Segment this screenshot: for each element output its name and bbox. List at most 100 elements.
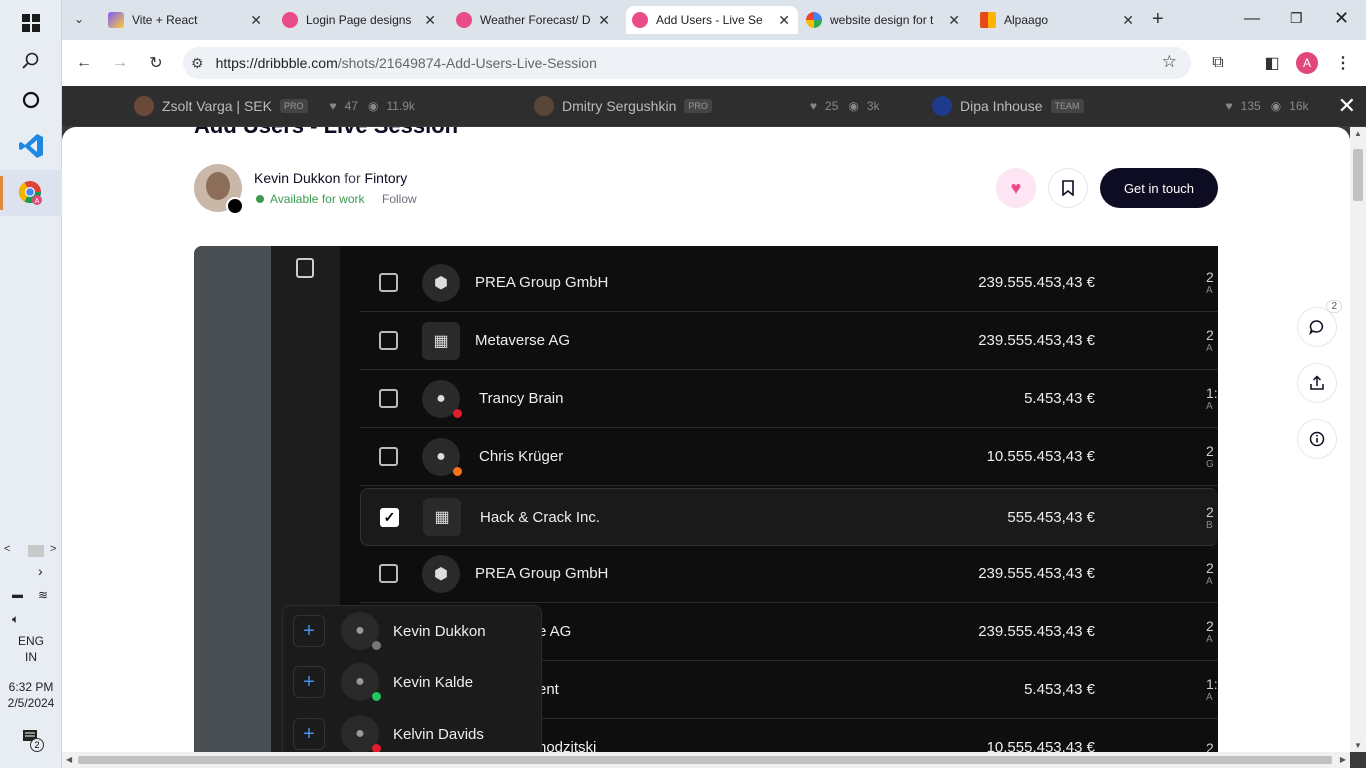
scroll-right-arrow-icon[interactable]: ▶ xyxy=(1340,755,1346,764)
popover-user-item: + ● Kevin Dukkon xyxy=(293,611,486,651)
address-bar[interactable]: ⚙ https://dribbble.com /shots/21649874-A… xyxy=(183,47,1191,79)
vertical-scroll-thumb[interactable] xyxy=(1353,149,1363,201)
row-amount: 5.453,43 € xyxy=(1024,681,1095,698)
info-icon xyxy=(1309,431,1325,447)
row-cut-value: 2 xyxy=(1206,443,1214,459)
wifi-icon[interactable]: ≋ xyxy=(38,588,48,602)
avatar xyxy=(134,96,154,116)
clock-date: 2/5/2024 xyxy=(7,696,55,710)
back-arrow-icon[interactable]: ← xyxy=(73,52,95,74)
forward-arrow-icon[interactable]: → xyxy=(109,52,131,74)
scroll-up-arrow-icon[interactable]: ▲ xyxy=(1354,129,1362,138)
taskbar-scroller[interactable]: < > xyxy=(2,543,60,559)
row-name: Trancy Brain xyxy=(479,390,564,407)
chrome-taskbar-app[interactable]: A xyxy=(0,170,62,216)
new-tab-plus-icon[interactable]: + xyxy=(1152,8,1164,31)
row-amount: 239.555.453,43 € xyxy=(978,332,1095,349)
views-count: 3k xyxy=(866,99,880,113)
building-icon: ▦ xyxy=(422,321,460,360)
row-cut-value: 2 xyxy=(1206,327,1214,343)
vertical-scrollbar[interactable]: ▲ ▼ xyxy=(1350,127,1366,752)
row-cut-value: 1: xyxy=(1206,385,1218,401)
row-amount: 10.555.453,43 € xyxy=(986,739,1095,752)
tab-close-icon[interactable]: ✕ xyxy=(778,12,790,29)
scroll-right-icon[interactable]: > xyxy=(50,543,56,555)
scroll-thumb[interactable] xyxy=(28,545,44,557)
available-dot-icon xyxy=(256,195,264,203)
tab-website-design[interactable]: website design for t ✕ xyxy=(806,6,968,34)
close-modal-icon[interactable]: ✕ xyxy=(1338,95,1356,117)
popover-user-name: Kelvin Davids xyxy=(393,725,484,743)
follow-link[interactable]: Follow xyxy=(382,192,417,206)
chevron-right-icon[interactable]: › xyxy=(38,563,43,579)
scroll-left-arrow-icon[interactable]: ◀ xyxy=(66,755,72,764)
reload-icon[interactable]: ↻ xyxy=(145,52,167,74)
row-amount: 239.555.453,43 € xyxy=(978,623,1095,640)
row-checkbox xyxy=(379,447,398,466)
tab-close-icon[interactable]: ✕ xyxy=(598,12,610,29)
chrome-icon: A xyxy=(19,181,42,205)
horizontal-scrollbar[interactable]: ◀ ▶ xyxy=(62,752,1350,768)
pro-badge: PRO xyxy=(279,99,308,113)
extensions-puzzle-icon[interactable]: ⧉ xyxy=(1207,52,1229,74)
region-code: IN xyxy=(25,650,37,664)
notification-count: 2 xyxy=(30,738,44,752)
tab-close-icon[interactable]: ✕ xyxy=(250,12,262,29)
tab-close-icon[interactable]: ✕ xyxy=(1122,12,1134,29)
availability-text: Available for work xyxy=(270,192,365,206)
tab-vite-react[interactable]: Vite + React ✕ xyxy=(108,6,270,34)
battery-icon[interactable]: ▬ xyxy=(12,589,23,601)
row-checkbox xyxy=(379,331,398,350)
site-info-icon[interactable]: ⚙ xyxy=(191,55,204,72)
related-shot-3[interactable]: Dipa Inhouse TEAM ♥ 135 ◉ 16k xyxy=(932,96,1309,116)
close-window-icon[interactable]: ✕ xyxy=(1334,8,1349,29)
popover-user-item: + ● Kelvin Davids xyxy=(293,714,484,752)
profile-avatar[interactable]: A xyxy=(1296,52,1318,74)
tab-search-chevron-icon[interactable]: ⌄ xyxy=(74,12,84,26)
save-button[interactable] xyxy=(1048,168,1088,208)
row-name: Metaverse AG xyxy=(475,332,571,349)
heart-icon: ♥ xyxy=(809,99,818,113)
share-button[interactable] xyxy=(1297,363,1337,403)
tab-alpaago[interactable]: Alpaago ✕ xyxy=(980,6,1142,34)
avatar xyxy=(932,96,952,116)
get-in-touch-button[interactable]: Get in touch xyxy=(1100,168,1218,208)
tab-close-icon[interactable]: ✕ xyxy=(948,12,960,29)
status-dot xyxy=(372,641,381,650)
clock[interactable]: 6:32 PM 2/5/2024 xyxy=(0,679,62,711)
comments-count: 2 xyxy=(1326,300,1342,313)
minimize-window-icon[interactable]: — xyxy=(1244,10,1260,28)
related-shot-1[interactable]: Zsolt Varga | SEK PRO ♥ 47 ◉ 11.9k xyxy=(134,96,415,116)
row-truncated: 2A xyxy=(1206,560,1218,587)
volume-icon[interactable]: 🔈︎ xyxy=(12,612,19,627)
like-button[interactable]: ♥ xyxy=(996,168,1036,208)
tab-add-users-live-session[interactable]: Add Users - Live Se ✕ xyxy=(626,6,798,34)
horizontal-scroll-thumb[interactable] xyxy=(78,756,1332,764)
row-name: PREA Group GmbH xyxy=(475,565,609,582)
restore-window-icon[interactable]: ❐ xyxy=(1290,10,1303,27)
comments-button[interactable]: 2 xyxy=(1297,300,1342,347)
scroll-down-arrow-icon[interactable]: ▼ xyxy=(1354,741,1362,750)
author-name[interactable]: Kevin Dukkon xyxy=(254,170,340,186)
bookmark-icon xyxy=(1062,180,1074,196)
bookmark-star-icon[interactable]: ☆ xyxy=(1162,52,1177,72)
tab-login-page-designs[interactable]: Login Page designs ✕ xyxy=(282,6,444,34)
side-panel-icon[interactable]: ◧ xyxy=(1261,52,1283,74)
scroll-left-icon[interactable]: < xyxy=(4,543,10,555)
shot-image[interactable]: ⬢ PREA Group GmbH 239.555.453,43 € 2A ▦ … xyxy=(194,246,1218,752)
vscode-taskbar-app[interactable] xyxy=(0,123,62,169)
tab-weather-forecast[interactable]: Weather Forecast/ D ✕ xyxy=(456,6,618,34)
plus-icon: + xyxy=(293,666,325,698)
tab-close-icon[interactable]: ✕ xyxy=(424,12,436,29)
cortana-button[interactable] xyxy=(0,77,62,123)
svg-text:A: A xyxy=(35,198,40,205)
notification-center-button[interactable]: 2 xyxy=(22,729,44,752)
person-icon: ● xyxy=(422,437,462,476)
team-name[interactable]: Fintory xyxy=(365,170,408,186)
language-indicator[interactable]: ENG IN xyxy=(0,633,62,665)
details-button[interactable] xyxy=(1297,419,1337,459)
browser-menu-kebab-icon[interactable]: ⋮ xyxy=(1332,52,1354,74)
likes-count: 47 xyxy=(344,99,358,113)
clock-time: 6:32 PM xyxy=(8,680,54,694)
related-shot-2[interactable]: Dmitry Sergushkin PRO ♥ 25 ◉ 3k xyxy=(534,96,880,116)
